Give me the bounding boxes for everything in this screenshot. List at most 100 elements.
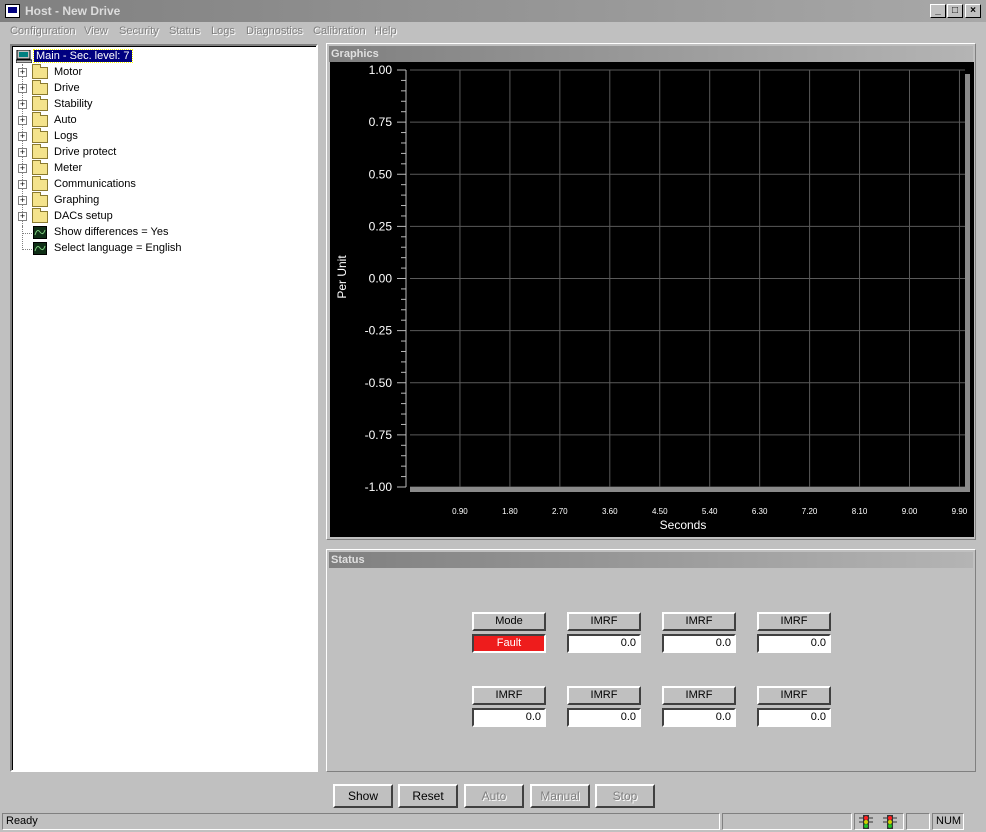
parameter-tree[interactable]: Main - Sec. level: 7 + Motor + Drive + S… (10, 44, 318, 772)
stop-button[interactable]: Stop (595, 784, 655, 808)
traffic-light-icon (859, 815, 873, 829)
chart-y-tick-label: -1.00 (365, 480, 393, 494)
tree-item-label: Motor (54, 66, 83, 78)
status-label-imrf: IMRF (662, 612, 736, 631)
status-value-imrf: 0.0 (567, 634, 641, 653)
chart-frame-right (965, 74, 970, 491)
chart-svg: 1.00 0.75 0.50 0.25 0.00 -0.25 -0.50 -0.75 -1.00… (335, 63, 970, 532)
folder-icon (32, 176, 48, 191)
tree-item-graphing[interactable]: + Graphing (12, 192, 312, 209)
status-value-imrf: 0.0 (662, 708, 736, 727)
chart-x-tick-label: 2.70 (552, 507, 568, 516)
tree-item-select-language[interactable]: Select language = English (12, 241, 312, 257)
graphics-plot-area[interactable]: 1.00 0.75 0.50 0.25 0.00 -0.25 -0.50 -0.75 -1.00… (330, 62, 974, 537)
expand-icon[interactable]: + (18, 84, 27, 93)
tree-item-label: Communications (54, 178, 136, 190)
folder-icon (32, 112, 48, 127)
auto-button[interactable]: Auto (464, 784, 524, 808)
chart-y-tick-label: 1.00 (369, 63, 393, 77)
expand-icon[interactable]: + (18, 132, 27, 141)
title-bar: Host - New Drive _ □ × (0, 0, 986, 22)
status-label-imrf: IMRF (662, 686, 736, 705)
chart-x-axis-label: Seconds (660, 518, 707, 532)
menu-diagnostics[interactable]: Diagnostics (246, 25, 303, 37)
folder-icon (32, 192, 48, 207)
tree-root[interactable]: Main - Sec. level: 7 (12, 49, 312, 65)
chart-y-tick-label: -0.75 (365, 428, 393, 442)
expand-icon[interactable]: + (18, 148, 27, 157)
expand-icon[interactable]: + (18, 164, 27, 173)
tree-item-stability[interactable]: + Stability (12, 96, 312, 113)
expand-icon[interactable]: + (18, 68, 27, 77)
tree-item-label: Select language = English (54, 242, 182, 254)
status-label-imrf: IMRF (472, 686, 546, 705)
num-lock-indicator: NUM (932, 813, 964, 830)
tree-item-auto[interactable]: + Auto (12, 112, 312, 129)
tree-item-label: Drive protect (54, 146, 117, 158)
tree-item-dacs-setup[interactable]: + DACs setup (12, 208, 312, 225)
expand-icon[interactable]: + (18, 100, 27, 109)
menu-security[interactable]: Security (119, 25, 159, 37)
status-label-imrf: IMRF (567, 612, 641, 631)
chart-y-tick-label: -0.50 (365, 376, 393, 390)
tree-item-label: DACs setup (54, 210, 113, 222)
tree-item-meter[interactable]: + Meter (12, 160, 312, 177)
tree-item-motor[interactable]: + Motor (12, 64, 312, 81)
menu-logs[interactable]: Logs (211, 25, 235, 37)
tree-item-logs[interactable]: + Logs (12, 128, 312, 145)
folder-icon (32, 160, 48, 175)
menu-calibration[interactable]: Calibration (313, 25, 366, 37)
tree-item-label: Meter (54, 162, 83, 174)
minimize-button[interactable]: _ (930, 4, 946, 18)
traffic-light-icon (883, 815, 897, 829)
folder-icon (32, 64, 48, 79)
computer-icon (16, 50, 32, 63)
menu-bar: Configuration View Security Status Logs … (0, 22, 986, 42)
status-label-mode: Mode (472, 612, 546, 631)
maximize-button[interactable]: □ (947, 4, 963, 18)
menu-configuration[interactable]: Configuration (10, 25, 75, 37)
close-button[interactable]: × (965, 4, 981, 18)
tree-item-show-differences[interactable]: Show differences = Yes (12, 225, 312, 241)
folder-icon (32, 208, 48, 223)
tree-item-label: Stability (54, 98, 93, 110)
manual-button[interactable]: Manual (530, 784, 590, 808)
status-value-imrf: 0.0 (757, 708, 831, 727)
chart-y-tick-label: 0.25 (369, 219, 393, 233)
status-value-imrf: 0.0 (662, 634, 736, 653)
menu-view[interactable]: View (84, 25, 108, 37)
graph-setting-icon (33, 242, 47, 255)
menu-help[interactable]: Help (374, 25, 397, 37)
expand-icon[interactable]: + (18, 196, 27, 205)
tree-item-drive[interactable]: + Drive (12, 80, 312, 97)
expand-icon[interactable]: + (18, 116, 27, 125)
status-text: Ready (2, 813, 720, 830)
folder-icon (32, 96, 48, 111)
chart-x-tick-label: 1.80 (502, 507, 518, 516)
show-button[interactable]: Show (333, 784, 393, 808)
chart-x-tick-label: 7.20 (802, 507, 818, 516)
graph-setting-icon (33, 226, 47, 239)
tree-item-communications[interactable]: + Communications (12, 176, 312, 193)
menu-status[interactable]: Status (169, 25, 200, 37)
chart-x-tick-label: 8.10 (852, 507, 868, 516)
reset-button[interactable]: Reset (398, 784, 458, 808)
expand-icon[interactable]: + (18, 180, 27, 189)
status-header: Status (329, 552, 973, 568)
chart-y-tick-label: 0.75 (369, 115, 393, 129)
tree-item-drive-protect[interactable]: + Drive protect (12, 144, 312, 161)
status-value-imrf: 0.0 (472, 708, 546, 727)
status-value-imrf: 0.0 (757, 634, 831, 653)
status-panel: Status (326, 549, 976, 772)
app-icon[interactable] (5, 4, 20, 18)
chart-y-tick-label: 0.50 (369, 167, 393, 181)
chart-x-tick-label: 4.50 (652, 507, 668, 516)
status-bar: Ready NUM (0, 811, 986, 832)
tree-item-label: Logs (54, 130, 78, 142)
tree-item-label: Drive (54, 82, 80, 94)
tree-item-label: Graphing (54, 194, 100, 206)
chart-x-tick-label: 9.90 (952, 507, 968, 516)
status-label-imrf: IMRF (757, 612, 831, 631)
status-indicators (854, 813, 904, 830)
expand-icon[interactable]: + (18, 212, 27, 221)
